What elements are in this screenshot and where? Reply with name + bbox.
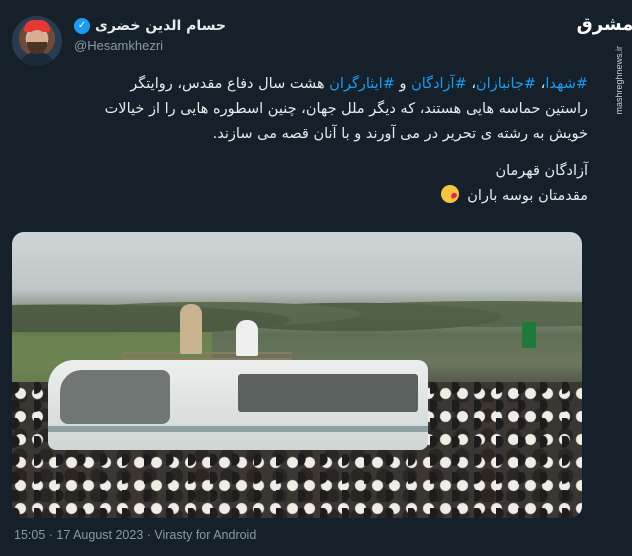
tweet-line-1-rest: هشت سال دفاع مقدس، روایتگر: [130, 76, 330, 92]
tweet-text: #شهدا، #جانبازان، #آزادگان و #ایثارگران …: [14, 72, 588, 209]
and-word: و: [394, 76, 412, 92]
kiss-face-emoji-icon: [440, 185, 459, 203]
tweet-line-5-wrap: مقدمتان بوسه باران: [14, 184, 588, 209]
tweet-line-5: مقدمتان بوسه باران: [467, 188, 588, 204]
author-info: حسام الدین خضری ✓ @Hesamkhezri: [74, 18, 226, 53]
separator: ،: [466, 76, 477, 92]
tweet-timestamp[interactable]: 15:05 · 17 August 2023 · Virasty for And…: [14, 528, 256, 542]
tweet-line-2: راستین حماسه هایی هستند، که دیگر ملل جها…: [104, 101, 588, 117]
tweet-header: حسام الدین خضری ✓ @Hesamkhezri مشرق: [12, 14, 632, 70]
photo-roof-rack: [122, 352, 292, 360]
tweet-line-3: خویش به رشته ی تحریر در می آورند و با آن…: [212, 126, 588, 142]
hashtag-shohada[interactable]: #شهدا: [545, 76, 588, 92]
author-handle[interactable]: @Hesamkhezri: [74, 38, 226, 53]
author-display-name[interactable]: حسام الدین خضری: [95, 18, 226, 34]
tweet-card: حسام الدین خضری ✓ @Hesamkhezri مشرق mash…: [0, 0, 632, 556]
separator: ،: [536, 76, 546, 92]
tweet-line-1: #شهدا، #جانبازان، #آزادگان و #ایثارگران …: [14, 72, 588, 97]
hashtag-janbazan[interactable]: #جانبازان: [476, 76, 536, 92]
brand-logo: مشرق: [576, 14, 632, 35]
hashtag-azadegan[interactable]: #آزادگان: [411, 76, 467, 92]
photo-person-on-roof: [180, 304, 202, 354]
photo-bus: [48, 360, 428, 450]
tweet-line-4: آزادگان قهرمان: [495, 163, 588, 179]
avatar[interactable]: [12, 16, 62, 66]
photo-person-on-roof: [236, 320, 258, 356]
photo-flag: [522, 322, 536, 348]
verified-badge-icon: ✓: [74, 18, 90, 34]
tweet-photo[interactable]: [12, 232, 582, 518]
brand-url: mashreghnews.ir: [614, 46, 624, 115]
hashtag-isargaran[interactable]: #ایثارگران: [329, 76, 395, 92]
